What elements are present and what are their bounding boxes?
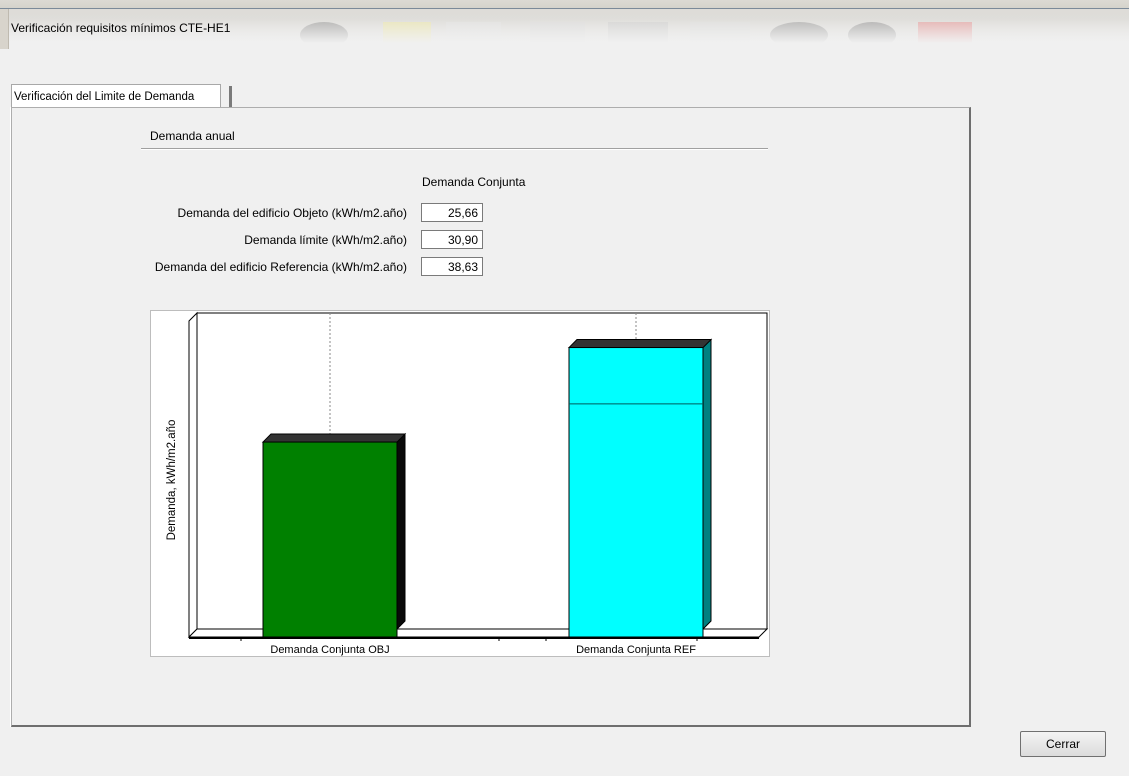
chart-bar-top — [567, 339, 713, 349]
tab-divider — [229, 86, 232, 109]
chart-bar — [262, 441, 398, 638]
chart-x-tick-label: Demanda Conjunta OBJ — [270, 644, 389, 656]
tab-verificacion-limite-demanda[interactable]: Verificación del Limite de Demanda — [11, 84, 221, 108]
chart-bar-side — [702, 338, 712, 631]
column-header: Demanda Conjunta — [422, 175, 526, 189]
window-left-edge — [0, 9, 9, 49]
window-title: Verificación requisitos mínimos CTE-HE1 — [11, 21, 231, 35]
chart-left-wall — [188, 311, 198, 639]
chart-bar-side — [396, 432, 406, 631]
section-title: Demanda anual — [150, 129, 235, 143]
value-field-referencia: 38,63 — [421, 257, 483, 276]
row-label-referencia: Demanda del edificio Referencia (kWh/m2.… — [154, 260, 407, 274]
chart-bar — [568, 347, 704, 638]
row-label-objeto: Demanda del edificio Objeto (kWh/m2.año) — [177, 206, 407, 220]
chart-bar-top — [261, 433, 407, 443]
close-button[interactable]: Cerrar — [1020, 731, 1106, 757]
chart-x-tick-label: Demanda Conjunta REF — [576, 644, 696, 656]
row-label-limite: Demanda límite (kWh/m2.año) — [244, 233, 407, 247]
section-divider — [141, 148, 768, 150]
demand-chart: Demanda Conjunta OBJ Demanda Conjunta REF — [150, 310, 770, 657]
value-field-objeto: 25,66 — [421, 203, 483, 222]
chart-y-axis-label: Demanda, kWh/m2.año — [166, 419, 178, 541]
window-titlebar[interactable]: Verificación requisitos mínimos CTE-HE1 — [0, 8, 1129, 49]
value-field-limite: 30,90 — [421, 230, 483, 249]
